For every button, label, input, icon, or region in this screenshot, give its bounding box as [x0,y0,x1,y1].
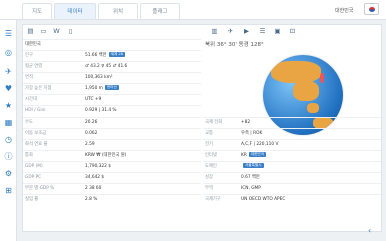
sidebar: ☰ ◎ ✈ ♥ ★ ▦ ◷ ⓘ ⚙ ⊞ [0,20,17,241]
internet-row: 인터넷 KR 대한민국 [203,150,381,161]
status-badge: 한라산 [104,85,119,90]
tab-data[interactable]: 데이터 [54,3,96,19]
population-row: 인구 51.66 백만 세계 28 [23,50,201,61]
compass-icon[interactable]: ✈ [3,66,14,77]
table-icon[interactable]: ▦ [3,117,14,128]
controller-icon[interactable]: ◎ [3,47,14,58]
area-row: 면적 100,363 km² [23,72,201,83]
pin-icon[interactable]: ✈ [226,27,235,36]
grid-icon[interactable]: ⊞ [3,185,14,196]
country-name: 대한민국 [335,8,354,14]
coordinates: 북위 36° 30' 동경 128° [205,42,264,48]
gdp-pc-row: GDP PC 34,642 $ [23,172,201,183]
toolbar: ▤ ▭ W ▯ ▥ ✈ ▶ ☰ ▣ ⊡ [23,25,383,37]
capital-row: 도메인 서울특별시 [203,161,381,172]
data-row: 수도 20.26 [23,117,201,128]
data-row: 화석 연료 율 2.59 [23,139,201,150]
gdp-sector-row: 부문 별 GDP % 2 38 60 [23,183,201,194]
clock-icon[interactable]: ◷ [3,134,14,145]
info-row: 대한민국 [23,39,201,50]
heart-icon[interactable]: ♥ [3,83,14,94]
flag-icon[interactable] [364,3,379,15]
video-icon[interactable]: ▶ [242,27,251,36]
tab-map[interactable]: 지도 [22,3,52,19]
status-badge: 대한민국 [248,152,267,157]
wiki-icon[interactable]: W [52,27,61,36]
timezone-row: 시간대 UTC +9 [23,94,201,105]
hdi-row: HDI / Gini 0.929 | 31.4 % [23,105,201,116]
phone-row: 국제 전화 +82 [203,117,381,128]
status-badge: 서울특별시 [243,163,264,168]
airport-row: 무역 ICN, GMP [203,183,381,194]
status-badge: 세계 28 [108,52,125,57]
book-icon[interactable]: ▭ [39,27,48,36]
currency-row: 통화 KRW ₩ (대한민국 원) [23,150,201,161]
electricity-row: 전기 A,C,F | 220,110 V [203,139,381,150]
library-icon[interactable]: ☰ [258,27,267,36]
tab-location[interactable]: 위치 [98,3,138,19]
tab-flag[interactable]: 플래그 [140,3,180,19]
organizations-row: 국제기구 UN OECD WTO APEC [203,194,381,205]
country-data-panel: ▤ ▭ W ▯ ▥ ✈ ▶ ☰ ▣ ⊡ 대한민국 인구 51.66 백만 세계 28… [22,24,382,232]
data-row: 이동 보조금 0.062 [23,128,201,139]
info-icon[interactable]: ⓘ [3,151,14,162]
star-icon[interactable]: ★ [3,100,14,111]
traffic-row: 교통 우측 | ROK [203,128,381,139]
doc-icon[interactable]: ▯ [66,27,75,36]
gdp-row: GDP (M) 1,790,322 $ [23,161,201,172]
unemployment-row: 실업 률 2.8 % [23,194,201,205]
top-navigation: 지도 데이터 위치 플래그 대한민국 [0,0,386,20]
highest-point-row: 가장 높은 지점 1,950 m 한라산 [23,83,201,94]
expand-icon[interactable]: ⊡ [288,27,297,36]
image-icon[interactable]: ▣ [273,27,282,36]
settings-icon[interactable]: ⚙ [3,168,14,179]
chart-icon[interactable]: ▤ [26,27,35,36]
list-icon[interactable]: ☰ [3,28,14,39]
growth-row: 성장 0.67 백만 [203,172,381,183]
bar-chart-icon[interactable]: ▥ [210,27,219,36]
age-row: 평균 연령 ♂ 43.2 ♀ 45 ♂ 41.6 [23,61,201,72]
chevron-left-icon[interactable]: ‹ [368,226,371,235]
